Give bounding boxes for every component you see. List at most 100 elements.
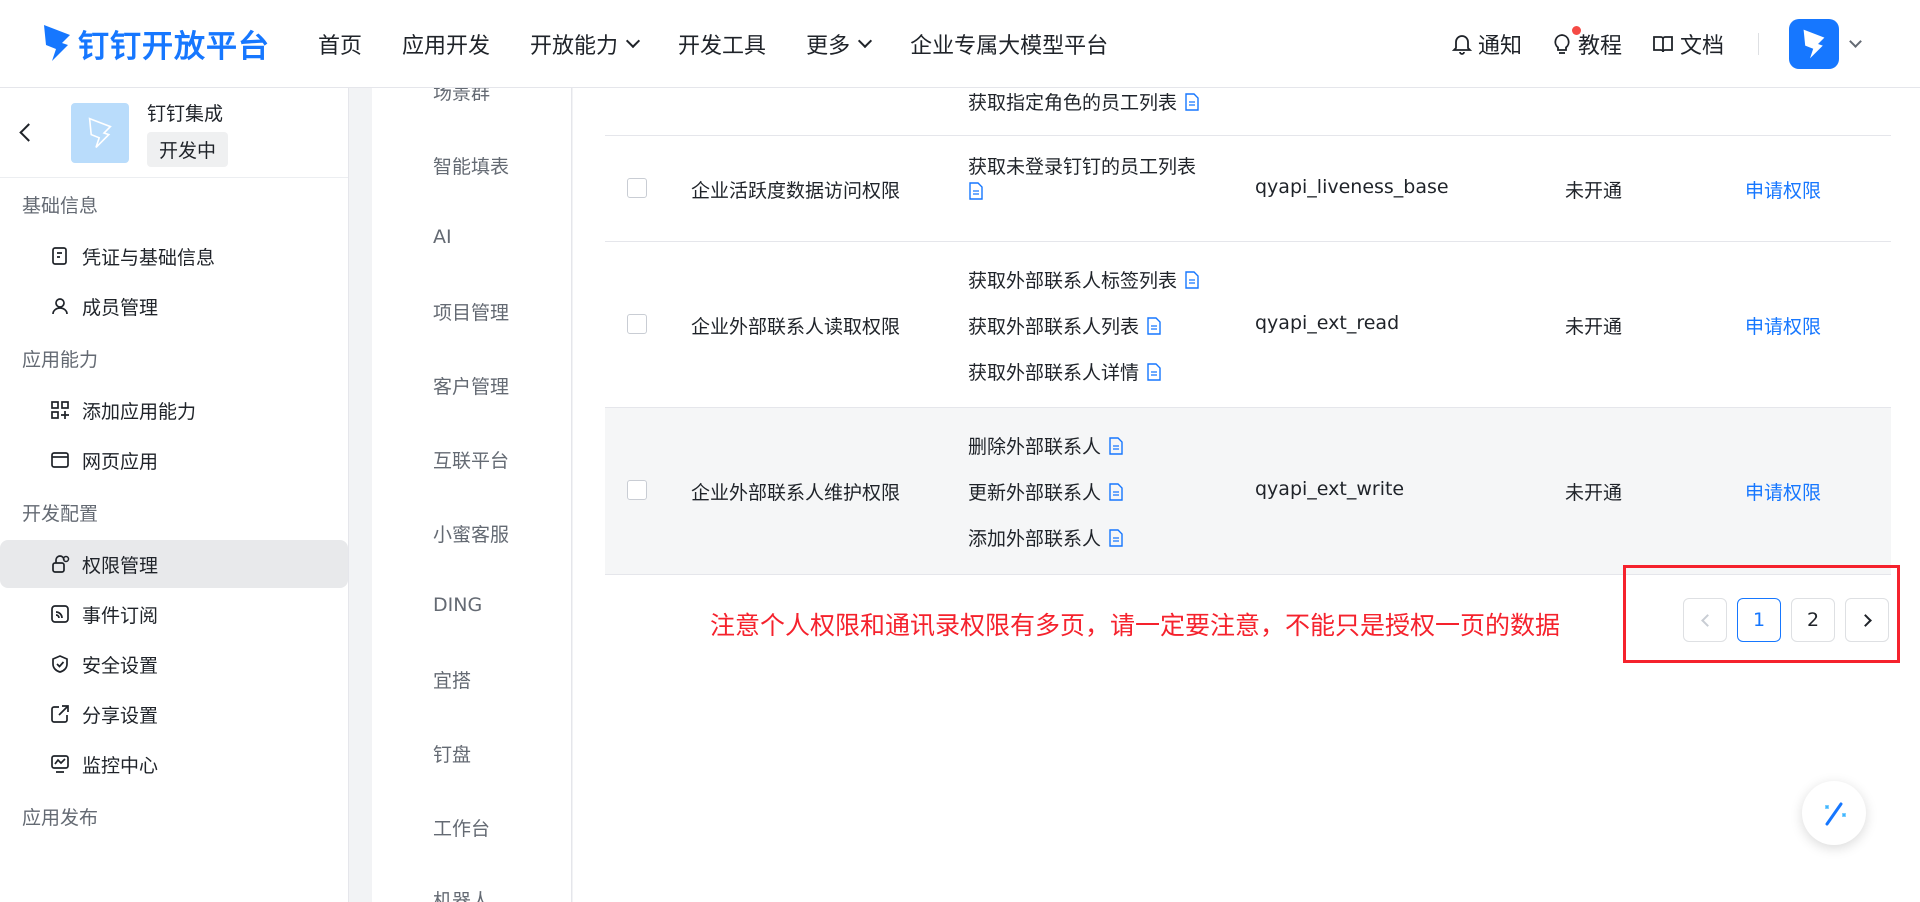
app-wing-icon bbox=[88, 116, 112, 148]
category-item[interactable]: 机器人 bbox=[433, 886, 490, 902]
user-icon bbox=[52, 298, 68, 315]
share-icon bbox=[51, 705, 69, 723]
app-header: 钉钉集成 开发中 bbox=[0, 88, 348, 178]
nav-dev-tools[interactable]: 开发工具 bbox=[678, 28, 766, 60]
sidebar-item-permissions[interactable]: 权限管理 bbox=[0, 540, 348, 588]
rss-icon bbox=[51, 605, 69, 623]
row-checkbox[interactable] bbox=[627, 480, 647, 500]
dingtalk-wing-icon bbox=[44, 25, 70, 61]
sidebar-item-events[interactable]: 事件订阅 bbox=[0, 590, 348, 638]
docs-link[interactable]: 文档 bbox=[1652, 28, 1724, 60]
lock-icon bbox=[52, 555, 70, 573]
section-basic-info: 基础信息 bbox=[22, 194, 99, 217]
apply-permission-link[interactable]: 申请权限 bbox=[1745, 312, 1821, 339]
api-link[interactable]: 获取外部联系人标签列表 bbox=[968, 266, 1199, 293]
permission-code: qyapi_liveness_base bbox=[1255, 176, 1449, 198]
permission-status: 未开通 bbox=[1565, 180, 1623, 202]
document-icon[interactable] bbox=[1185, 92, 1199, 111]
document-icon[interactable] bbox=[1109, 436, 1123, 455]
notify-link[interactable]: 通知 bbox=[1451, 28, 1522, 60]
category-item[interactable]: 场景群 bbox=[433, 88, 490, 105]
permission-content: 获取指定角色的员工列表 企业活跃度数据访问权限 获取未登录钉钉的员工列表 qya… bbox=[573, 88, 1920, 902]
top-navbar: 钉钉开放平台 首页 应用开发 开放能力 开发工具 更多 企业专属大模型平台 通知… bbox=[0, 0, 1920, 88]
ai-assistant-button[interactable] bbox=[1802, 781, 1866, 845]
bulb-icon bbox=[1554, 34, 1570, 54]
document-icon[interactable] bbox=[1109, 528, 1123, 547]
row-checkbox[interactable] bbox=[627, 314, 647, 334]
permission-status: 未开通 bbox=[1565, 316, 1623, 338]
category-item[interactable]: 客户管理 bbox=[433, 372, 509, 399]
page-button[interactable]: 2 bbox=[1791, 598, 1835, 642]
shield-icon bbox=[52, 655, 68, 673]
permission-category-nav: 场景群 智能填表 AI 项目管理 客户管理 互联平台 小蜜客服 DING 宜搭 … bbox=[372, 88, 572, 902]
permission-code: qyapi_ext_read bbox=[1255, 312, 1400, 334]
table-row: 企业活跃度数据访问权限 获取未登录钉钉的员工列表 qyapi_liveness_… bbox=[605, 136, 1891, 242]
nav-enterprise-llm[interactable]: 企业专属大模型平台 bbox=[910, 28, 1108, 60]
category-item[interactable]: 互联平台 bbox=[433, 446, 509, 473]
permission-code: qyapi_ext_write bbox=[1255, 478, 1405, 500]
nav-more[interactable]: 更多 bbox=[806, 28, 873, 60]
user-avatar[interactable] bbox=[1789, 19, 1839, 69]
prev-page-button[interactable] bbox=[1683, 598, 1727, 642]
category-item[interactable]: 宜搭 bbox=[433, 666, 471, 693]
divider bbox=[1758, 33, 1759, 55]
api-link[interactable]: 删除外部联系人 bbox=[968, 432, 1123, 459]
sidebar-item-members[interactable]: 成员管理 bbox=[0, 282, 348, 330]
app-status-badge: 开发中 bbox=[147, 131, 229, 167]
permission-name: 企业外部联系人读取权限 bbox=[691, 316, 901, 338]
api-link[interactable]: 获取未登录钉钉的员工列表 bbox=[968, 152, 1196, 179]
back-arrow-icon[interactable] bbox=[19, 123, 38, 142]
page-button[interactable]: 1 bbox=[1737, 598, 1781, 642]
chevron-down-icon bbox=[625, 33, 641, 49]
apply-permission-link[interactable]: 申请权限 bbox=[1745, 478, 1821, 505]
sidebar-item-credentials[interactable]: 凭证与基础信息 bbox=[0, 232, 348, 280]
document-icon[interactable] bbox=[1147, 362, 1161, 381]
sidebar-item-security[interactable]: 安全设置 bbox=[0, 640, 348, 688]
category-item[interactable]: DING bbox=[433, 594, 482, 616]
category-item[interactable]: 智能填表 bbox=[433, 152, 509, 179]
nav-home[interactable]: 首页 bbox=[318, 28, 362, 60]
api-link[interactable]: 获取外部联系人详情 bbox=[968, 358, 1161, 385]
notification-dot bbox=[1571, 26, 1581, 35]
api-link[interactable]: 更新外部联系人 bbox=[968, 478, 1123, 505]
permission-status: 未开通 bbox=[1565, 482, 1623, 504]
monitor-icon bbox=[51, 755, 69, 773]
nav-app-dev[interactable]: 应用开发 bbox=[402, 28, 490, 60]
category-item[interactable]: 项目管理 bbox=[433, 298, 509, 325]
bell-icon bbox=[1451, 35, 1472, 55]
category-item[interactable]: 工作台 bbox=[433, 814, 490, 841]
tutorial-link[interactable]: 教程 bbox=[1552, 26, 1622, 60]
document-icon[interactable] bbox=[969, 182, 983, 200]
app-name: 钉钉集成 bbox=[147, 102, 224, 125]
permission-name: 企业外部联系人维护权限 bbox=[691, 482, 901, 504]
chevron-down-icon bbox=[858, 33, 873, 49]
category-item[interactable]: 钉盘 bbox=[433, 740, 471, 767]
sidebar-item-share[interactable]: 分享设置 bbox=[0, 690, 348, 738]
row-checkbox[interactable] bbox=[627, 178, 647, 198]
sidebar-item-monitor[interactable]: 监控中心 bbox=[0, 740, 348, 788]
credential-icon bbox=[52, 247, 67, 265]
category-item[interactable]: AI bbox=[433, 226, 452, 248]
section-app-release: 应用发布 bbox=[22, 806, 99, 829]
section-app-capability: 应用能力 bbox=[22, 348, 99, 371]
annotation-note: 注意个人权限和通讯录权限有多页，请一定要注意，不能只是授权一页的数据 bbox=[710, 611, 1561, 640]
api-link[interactable]: 获取外部联系人列表 bbox=[968, 312, 1161, 339]
document-icon[interactable] bbox=[1147, 316, 1161, 335]
browser-icon bbox=[51, 452, 69, 468]
logo-text: 钉钉开放平台 bbox=[78, 28, 270, 65]
next-page-button[interactable] bbox=[1845, 598, 1889, 642]
document-icon[interactable] bbox=[1109, 482, 1123, 501]
document-icon[interactable] bbox=[1185, 270, 1199, 289]
nav-open-capabilities[interactable]: 开放能力 bbox=[530, 28, 641, 60]
chevron-left-icon bbox=[1700, 613, 1714, 627]
dingtalk-logo[interactable]: 钉钉开放平台 bbox=[42, 20, 270, 66]
api-link[interactable]: 添加外部联系人 bbox=[968, 524, 1123, 551]
apply-permission-link[interactable]: 申请权限 bbox=[1745, 176, 1821, 203]
table-row: 企业外部联系人读取权限 获取外部联系人标签列表 获取外部联系人列表 获取外部联系… bbox=[605, 242, 1891, 408]
category-item[interactable]: 小蜜客服 bbox=[433, 520, 509, 547]
sidebar-item-web-app[interactable]: 网页应用 bbox=[0, 436, 348, 484]
api-link[interactable]: 获取指定角色的员工列表 bbox=[968, 88, 1199, 115]
sidebar-item-add-capability[interactable]: 添加应用能力 bbox=[0, 386, 348, 434]
chevron-down-icon[interactable] bbox=[1849, 34, 1862, 48]
header-actions: 通知 教程 文档 bbox=[1422, 0, 1862, 88]
